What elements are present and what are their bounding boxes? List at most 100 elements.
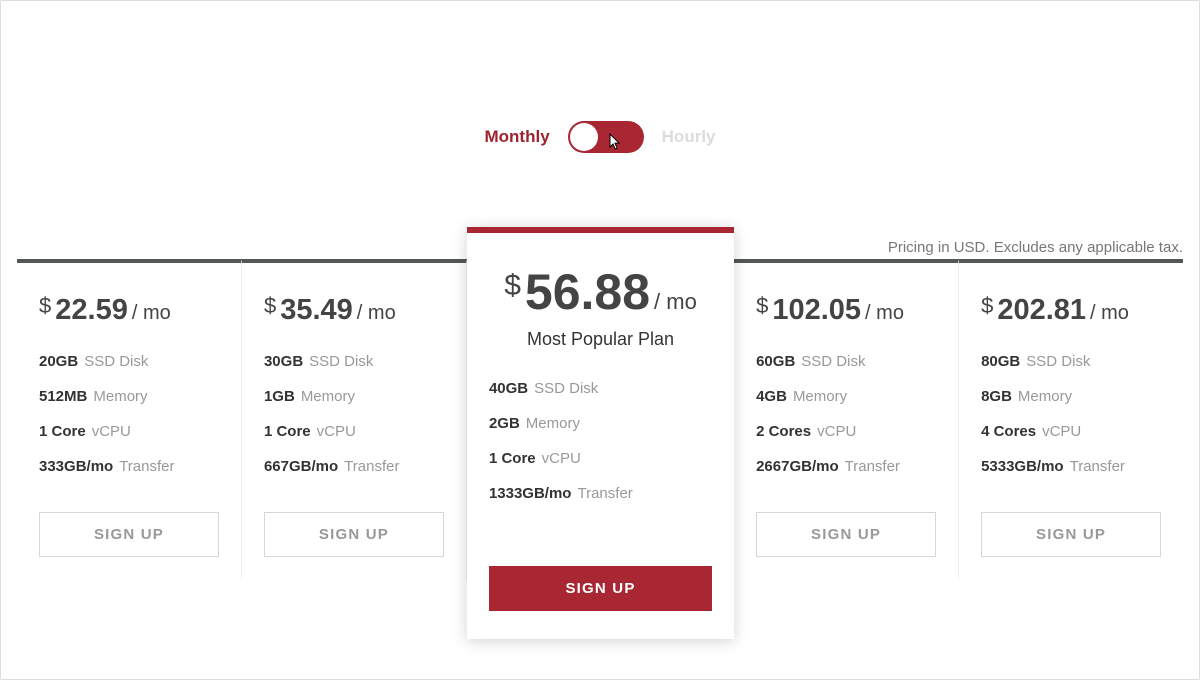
spec-label: vCPU: [317, 423, 356, 440]
spec-row: 40GB SSD Disk: [489, 380, 712, 397]
price-period: / mo: [357, 302, 396, 324]
price-period: / mo: [865, 302, 904, 324]
spec-label: Memory: [526, 415, 580, 432]
price-period: / mo: [1090, 302, 1129, 324]
spec-label: SSD Disk: [1026, 353, 1090, 370]
plan-specs: 40GB SSD Disk 2GB Memory 1 CorevCPU 1333GB…: [489, 380, 712, 502]
spec-row: 2GB Memory: [489, 415, 712, 432]
spec-value: 1 Core: [39, 423, 86, 440]
plan-price: $35.49/ mo: [264, 293, 444, 327]
spec-row: 2 Cores vCPU: [756, 423, 936, 440]
plan-price: $202.81/ mo: [981, 293, 1161, 327]
spec-value: 667GB/mo: [264, 458, 338, 475]
spec-value: 512MB: [39, 388, 87, 405]
spec-row: 20GB SSD Disk: [39, 353, 219, 370]
spec-label: SSD Disk: [534, 380, 598, 397]
plan-card-featured: $56.88/ mo Most Popular Plan 40GB SSD Dis…: [467, 227, 734, 639]
pricing-row: $22.59/ mo 20GBSSD Disk 512MBMemory 1 Co…: [17, 227, 1183, 639]
spec-row: 1 Core vCPU: [39, 423, 219, 440]
spec-row: 333GB/mo Transfer: [39, 458, 219, 475]
spec-row: 1GB Memory: [264, 388, 444, 405]
spec-label: vCPU: [1042, 423, 1081, 440]
spec-row: 2667GB/moTransfer: [756, 458, 936, 475]
spec-label: Transfer: [119, 458, 174, 475]
currency-symbol: $: [264, 293, 276, 318]
spec-label: Transfer: [845, 458, 900, 475]
signup-button[interactable]: SIGN UP: [39, 512, 219, 557]
signup-button[interactable]: SIGN UP: [756, 512, 936, 557]
spec-label: vCPU: [542, 450, 581, 467]
toggle-switch[interactable]: [568, 121, 644, 153]
plan-specs: 60GB SSD Disk 4GBMemory 2 Cores vCPU 2667G…: [756, 353, 936, 475]
plan-price: $56.88/ mo: [489, 263, 712, 321]
plan-card: $22.59/ mo 20GB SSD Disk 512MB Memory 1 Co…: [17, 259, 242, 579]
spec-value: 2 Cores: [756, 423, 811, 440]
plan-card: $102.05/ mo 60GB SSD Disk 4GBMemory 2 Cor…: [734, 259, 959, 579]
spec-label: Memory: [301, 388, 355, 405]
currency-symbol: $: [504, 269, 521, 302]
spec-label: SSD Disk: [84, 353, 148, 370]
spec-label: Memory: [93, 388, 147, 405]
pricing-page: Monthly Hourly Pricing in USD. Excludes …: [0, 0, 1200, 680]
toggle-label-monthly[interactable]: Monthly: [485, 127, 550, 147]
price-amount: 56.88: [525, 264, 650, 320]
toggle-handle[interactable]: [570, 123, 598, 151]
spec-value: 40GB: [489, 380, 528, 397]
price-period: / mo: [132, 302, 171, 324]
plan-specs: 80GB SSD Disk 8GB Memory 4 Cores vCPU 5333G…: [981, 353, 1161, 475]
plan-price: $102.05/ mo: [756, 293, 936, 327]
signup-button[interactable]: SIGN UP: [981, 512, 1161, 557]
spec-label: SSD Disk: [309, 353, 373, 370]
plan-price: $22.59/ mo: [39, 293, 219, 327]
spec-row: 1 Core vCPU: [264, 423, 444, 440]
plan-specs: 30GB SSD Disk 1GB Memory 1 Core vCPU 667GB/…: [264, 353, 444, 475]
spec-value: 4 Cores: [981, 423, 1036, 440]
spec-value: 8GB: [981, 388, 1012, 405]
plan-card: $35.49/ mo 30GB SSD Disk 1GB Memory 1 Core…: [242, 259, 467, 579]
spec-row: 4GBMemory: [756, 388, 936, 405]
price-period: / mo: [654, 289, 697, 314]
currency-symbol: $: [39, 293, 51, 318]
spec-value: 1 Core: [264, 423, 311, 440]
price-amount: 202.81: [997, 294, 1086, 326]
spec-row: 1 CorevCPU: [489, 450, 712, 467]
price-amount: 35.49: [280, 294, 353, 326]
spec-row: 1333GB/mo Transfer: [489, 485, 712, 502]
currency-symbol: $: [981, 293, 993, 318]
spec-label: Transfer: [577, 485, 632, 502]
popular-label: Most Popular Plan: [489, 329, 712, 350]
billing-period-toggle: Monthly Hourly: [1, 1, 1199, 153]
spec-row: 80GB SSD Disk: [981, 353, 1161, 370]
spec-label: Memory: [1018, 388, 1072, 405]
cursor-icon: [606, 133, 622, 158]
spec-value: 1333GB/mo: [489, 485, 572, 502]
spec-row: 60GB SSD Disk: [756, 353, 936, 370]
currency-symbol: $: [756, 293, 768, 318]
spec-value: 4GB: [756, 388, 787, 405]
spec-value: 1GB: [264, 388, 295, 405]
spec-label: SSD Disk: [801, 353, 865, 370]
spec-row: 667GB/mo Transfer: [264, 458, 444, 475]
signup-button[interactable]: SIGN UP: [264, 512, 444, 557]
spec-value: 80GB: [981, 353, 1020, 370]
spec-value: 2GB: [489, 415, 520, 432]
spec-label: vCPU: [92, 423, 131, 440]
spec-label: Transfer: [344, 458, 399, 475]
pricing-grid: $22.59/ mo 20GBSSD Disk 512MBMemory 1 Co…: [17, 227, 1183, 639]
spec-row: 4 Cores vCPU: [981, 423, 1161, 440]
price-amount: 102.05: [772, 294, 861, 326]
spec-value: 20GB: [39, 353, 78, 370]
spec-label: vCPU: [817, 423, 856, 440]
spec-row: 5333GB/moTransfer: [981, 458, 1161, 475]
price-amount: 22.59: [55, 294, 128, 326]
toggle-label-hourly[interactable]: Hourly: [662, 127, 716, 147]
signup-button[interactable]: SIGN UP: [489, 566, 712, 611]
spec-value: 60GB: [756, 353, 795, 370]
spec-value: 333GB/mo: [39, 458, 113, 475]
spec-label: Transfer: [1070, 458, 1125, 475]
plan-card: $202.81/ mo 80GB SSD Disk 8GB Memory 4 Cor…: [959, 259, 1183, 579]
spec-row: 8GB Memory: [981, 388, 1161, 405]
plan-specs: 20GB SSD Disk 512MB Memory 1 Core vCPU 333G…: [39, 353, 219, 475]
spec-row: 30GB SSD Disk: [264, 353, 444, 370]
spec-value: 30GB: [264, 353, 303, 370]
